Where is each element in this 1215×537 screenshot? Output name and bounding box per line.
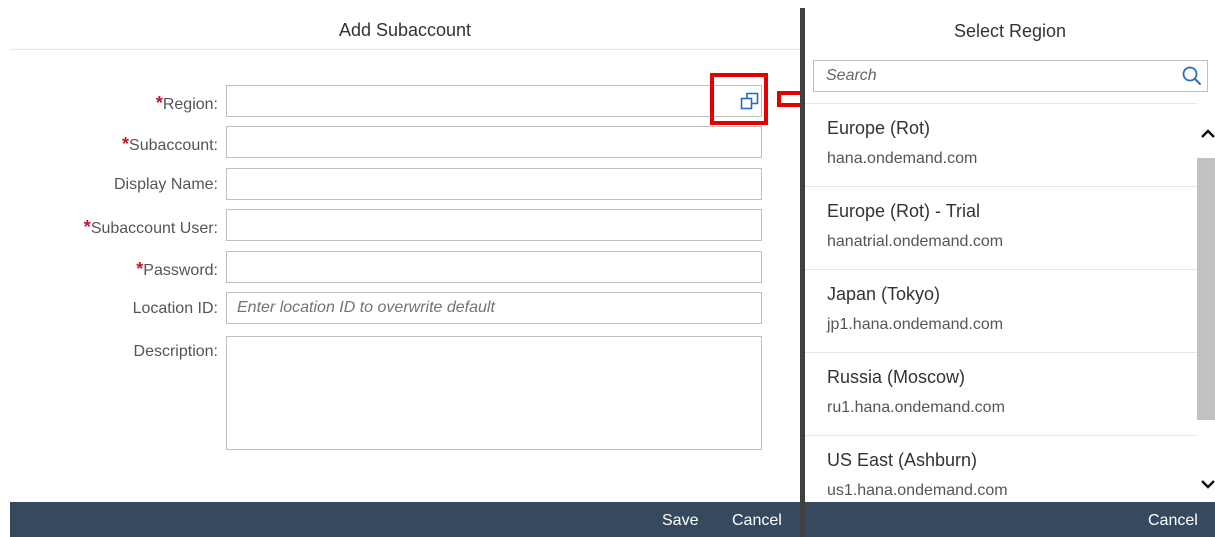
cancel-button[interactable]: Cancel: [1148, 502, 1198, 537]
password-row: *Password:: [10, 251, 800, 285]
select-region-dialog: Select Region Europe (Rot) hana.ondemand…: [805, 0, 1215, 537]
region-list-item[interactable]: Europe (Rot) hana.ondemand.com: [805, 104, 1197, 187]
region-name: Russia (Moscow): [827, 367, 966, 387]
description-textarea[interactable]: [226, 336, 762, 450]
scroll-up-chevron-icon[interactable]: [1200, 126, 1215, 142]
region-row: *Region:: [10, 85, 800, 119]
annotation-highlight-box: [710, 73, 768, 125]
subaccount-user-row: *Subaccount User:: [10, 209, 800, 243]
region-list-item[interactable]: US East (Ashburn) us1.hana.ondemand.com: [805, 436, 1197, 502]
region-list-item[interactable]: Europe (Rot) - Trial hanatrial.ondemand.…: [805, 187, 1197, 270]
dialog-title: Add Subaccount: [10, 0, 800, 50]
save-button[interactable]: Save: [662, 502, 698, 537]
location-id-input[interactable]: [226, 292, 762, 324]
region-name: Europe (Rot) - Trial: [827, 201, 981, 221]
search-input[interactable]: [814, 61, 1174, 91]
display-name-input[interactable]: [226, 168, 762, 200]
region-label: *Region:: [155, 93, 218, 113]
region-name: Japan (Tokyo): [827, 284, 941, 304]
subaccount-input[interactable]: [226, 126, 762, 158]
region-host: jp1.hana.ondemand.com: [827, 316, 1004, 333]
required-marker: *: [83, 217, 91, 237]
region-input[interactable]: [226, 85, 762, 117]
region-list-item[interactable]: Japan (Tokyo) jp1.hana.ondemand.com: [805, 270, 1197, 353]
region-dialog-footer: Cancel: [805, 502, 1215, 537]
add-subaccount-dialog: Add Subaccount *Region: *Subaccount: Dis…: [10, 0, 800, 537]
region-host: hana.ondemand.com: [827, 150, 978, 167]
display-name-label: Display Name:: [113, 176, 218, 193]
subaccount-row: *Subaccount:: [10, 126, 800, 160]
description-row: Description:: [10, 336, 800, 452]
password-label: *Password:: [136, 259, 218, 279]
cancel-button[interactable]: Cancel: [732, 502, 782, 537]
description-label: Description:: [133, 343, 218, 360]
required-marker: *: [155, 93, 163, 113]
subaccount-user-label: *Subaccount User:: [83, 217, 218, 237]
region-host: us1.hana.ondemand.com: [827, 482, 1008, 499]
location-id-label: Location ID:: [132, 300, 218, 317]
password-input[interactable]: [226, 251, 762, 283]
search-icon[interactable]: [1181, 65, 1203, 87]
region-list-item[interactable]: Russia (Moscow) ru1.hana.ondemand.com: [805, 353, 1197, 436]
dialog-title: Select Region: [953, 21, 1067, 41]
region-name: Europe (Rot): [827, 118, 931, 138]
add-dialog-footer: Save Cancel: [10, 502, 800, 537]
region-host: hanatrial.ondemand.com: [827, 233, 1004, 250]
scrollbar-thumb[interactable]: [1197, 158, 1215, 420]
required-marker: *: [122, 134, 130, 154]
subaccount-user-input[interactable]: [226, 209, 762, 241]
subaccount-label: *Subaccount:: [122, 134, 218, 154]
region-host: ru1.hana.ondemand.com: [827, 399, 1005, 416]
region-name: US East (Ashburn): [827, 450, 978, 470]
location-id-row: Location ID:: [10, 292, 800, 326]
display-name-row: Display Name:: [10, 168, 800, 202]
search-field[interactable]: [813, 60, 1208, 92]
scroll-down-chevron-icon[interactable]: [1200, 476, 1215, 492]
